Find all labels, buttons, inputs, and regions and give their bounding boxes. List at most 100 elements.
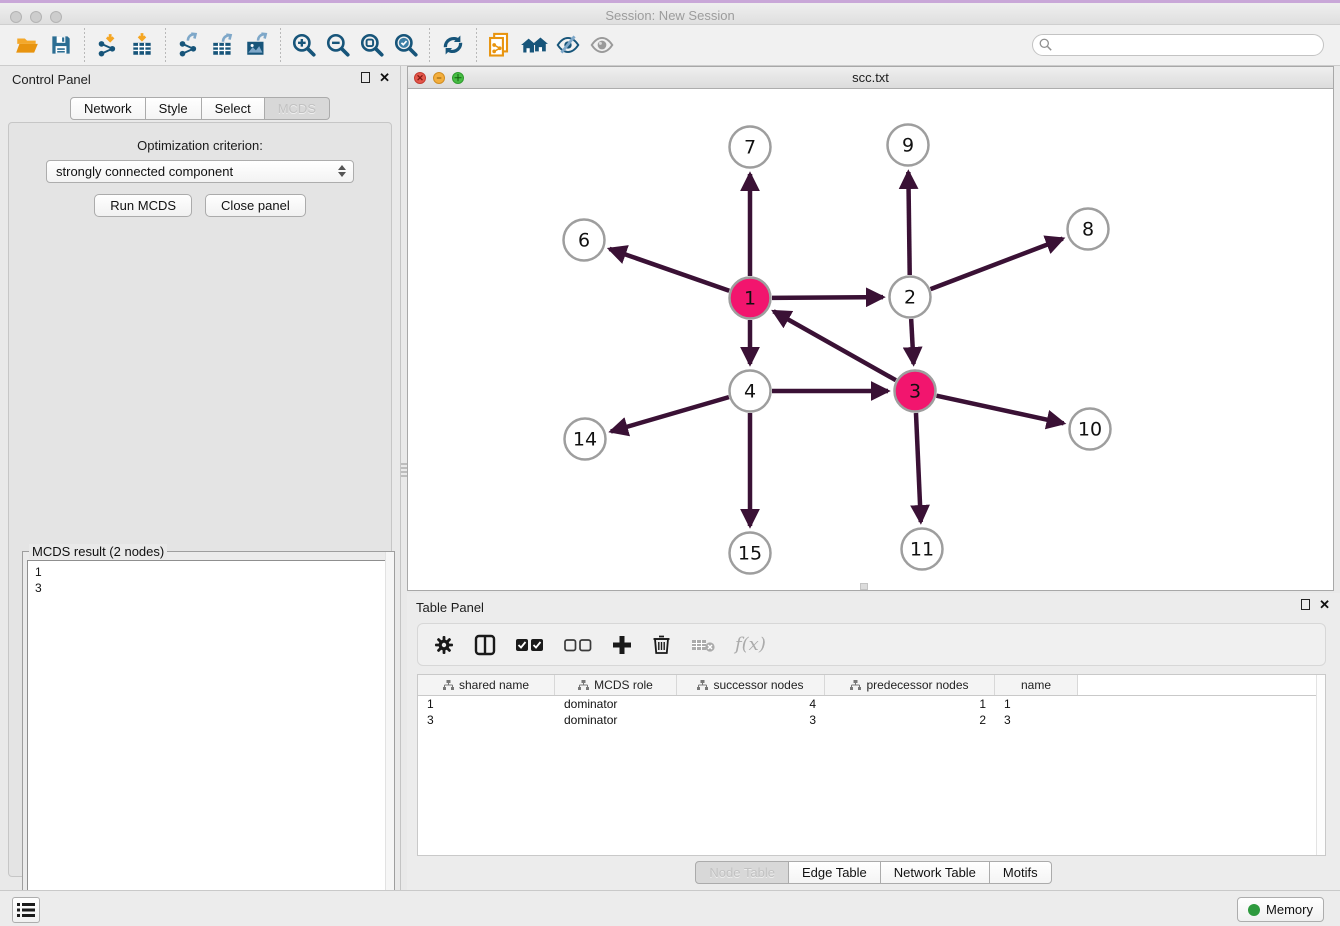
close-panel-icon[interactable]: ✕ (379, 72, 390, 83)
graph-edge-1-6[interactable] (609, 249, 729, 291)
graph-edge-2-3[interactable] (911, 319, 913, 364)
tab-edge-table[interactable]: Edge Table (789, 861, 881, 884)
mcds-tab-content: Optimization criterion: strongly connect… (8, 122, 392, 877)
graph-node-label-8: 8 (1082, 219, 1094, 241)
application-window: Session: New Session (0, 0, 1340, 926)
graph-edge-4-14[interactable] (611, 397, 729, 431)
control-panel: Control Panel ✕ NetworkStyleSelectMCDS O… (0, 66, 401, 890)
graph-node-label-1: 1 (744, 288, 756, 310)
zoom-in-icon[interactable] (287, 29, 321, 61)
float-panel-icon[interactable] (361, 72, 370, 83)
graph-edge-1-2[interactable] (772, 297, 883, 298)
tab-mcds[interactable]: MCDS (265, 97, 330, 120)
result-line: 3 (35, 580, 389, 596)
select-all-columns-icon[interactable] (516, 638, 544, 652)
memory-status-icon (1248, 904, 1260, 916)
column-header-MCDS-role[interactable]: MCDS role (555, 675, 677, 695)
table-row[interactable]: 3dominator323 (418, 712, 1325, 728)
dropdown-stepper-icon (338, 165, 346, 177)
refresh-icon[interactable] (436, 29, 470, 61)
import-table-icon[interactable] (125, 29, 159, 61)
result-scrollbar[interactable] (385, 552, 394, 926)
add-column-icon[interactable] (612, 635, 632, 655)
search-icon (1039, 38, 1052, 51)
network-canvas[interactable]: 7968124314101511 (408, 89, 1333, 590)
optimization-criterion-label: Optimization criterion: (9, 138, 391, 153)
gear-icon[interactable] (434, 635, 454, 655)
zoom-out-icon[interactable] (321, 29, 355, 61)
graph-edge-3-11[interactable] (916, 413, 921, 522)
toolbar-separator (280, 28, 281, 62)
column-header-predecessor-nodes[interactable]: predecessor nodes (825, 675, 995, 695)
criterion-dropdown[interactable]: strongly connected component (46, 160, 354, 183)
table-cell[interactable]: 2 (825, 712, 995, 728)
column-label: successor nodes (713, 678, 803, 692)
import-network-icon[interactable] (91, 29, 125, 61)
homes-icon[interactable] (517, 29, 551, 61)
close-panel-button[interactable]: Close panel (205, 194, 306, 217)
table-cell[interactable]: dominator (555, 696, 677, 712)
table-cell[interactable]: 3 (677, 712, 825, 728)
duplicate-network-icon[interactable] (483, 29, 517, 61)
table-cell[interactable]: 1 (995, 696, 1078, 712)
column-header-successor-nodes[interactable]: successor nodes (677, 675, 825, 695)
canvas-resize-handle[interactable] (860, 583, 868, 590)
graph-node-label-11: 11 (910, 539, 934, 561)
zoom-fit-icon[interactable] (355, 29, 389, 61)
show-eye-icon[interactable] (585, 29, 619, 61)
tab-network-table[interactable]: Network Table (881, 861, 990, 884)
delete-table-icon-disabled (691, 637, 715, 653)
window-titlebar: Session: New Session (0, 0, 1340, 25)
table-cell[interactable]: 3 (418, 712, 555, 728)
tab-style[interactable]: Style (146, 97, 202, 120)
graph-edge-3-10[interactable] (936, 396, 1063, 424)
tab-motifs[interactable]: Motifs (990, 861, 1052, 884)
network-window-titlebar[interactable]: ✕ − ＋ scc.txt (408, 67, 1333, 89)
graph-edge-2-9[interactable] (908, 172, 909, 275)
table-panel-tabs: Node TableEdge TableNetwork TableMotifs (695, 861, 1051, 884)
split-columns-icon[interactable] (474, 634, 496, 656)
task-history-button[interactable] (12, 897, 40, 923)
table-toolbar: f(x) (417, 623, 1326, 666)
tab-select[interactable]: Select (202, 97, 265, 120)
window-title: Session: New Session (0, 8, 1340, 23)
search-input[interactable] (1032, 34, 1324, 56)
run-mcds-button[interactable]: Run MCDS (94, 194, 192, 217)
table-cell[interactable]: 1 (825, 696, 995, 712)
close-table-panel-icon[interactable]: ✕ (1319, 599, 1330, 610)
table-cell[interactable]: 1 (418, 696, 555, 712)
column-header-name[interactable]: name (995, 675, 1078, 695)
table-scrollbar[interactable] (1316, 675, 1325, 855)
table-cell[interactable]: 3 (995, 712, 1078, 728)
float-table-panel-icon[interactable] (1301, 599, 1310, 610)
open-folder-icon[interactable] (10, 29, 44, 61)
zoom-check-icon[interactable] (389, 29, 423, 61)
deselect-all-columns-icon[interactable] (564, 638, 592, 652)
export-network-icon[interactable] (172, 29, 206, 61)
graph-edge-3-1[interactable] (774, 311, 896, 380)
mcds-result-list[interactable]: 13 (27, 560, 390, 926)
hide-eye-icon[interactable] (551, 29, 585, 61)
toolbar-separator (476, 28, 477, 62)
export-image-icon[interactable] (240, 29, 274, 61)
network-graph[interactable]: 7968124314101511 (408, 89, 1333, 590)
table-row[interactable]: 1dominator411 (418, 696, 1325, 712)
main-toolbar (0, 25, 1340, 66)
graph-edge-2-8[interactable] (931, 239, 1063, 290)
table-cell[interactable]: 4 (677, 696, 825, 712)
delete-column-icon[interactable] (652, 634, 671, 655)
export-table-icon[interactable] (206, 29, 240, 61)
graph-node-label-10: 10 (1078, 419, 1102, 441)
graph-node-label-14: 14 (573, 429, 597, 451)
tab-node-table[interactable]: Node Table (695, 861, 789, 884)
graph-node-label-2: 2 (904, 287, 916, 309)
search-box (1032, 34, 1324, 56)
column-label: name (1021, 678, 1051, 692)
tab-network[interactable]: Network (70, 97, 146, 120)
table-cell[interactable]: dominator (555, 712, 677, 728)
save-icon[interactable] (44, 29, 78, 61)
list-icon (17, 902, 35, 918)
toolbar-separator (165, 28, 166, 62)
memory-button[interactable]: Memory (1237, 897, 1324, 922)
column-header-shared-name[interactable]: shared name (418, 675, 555, 695)
